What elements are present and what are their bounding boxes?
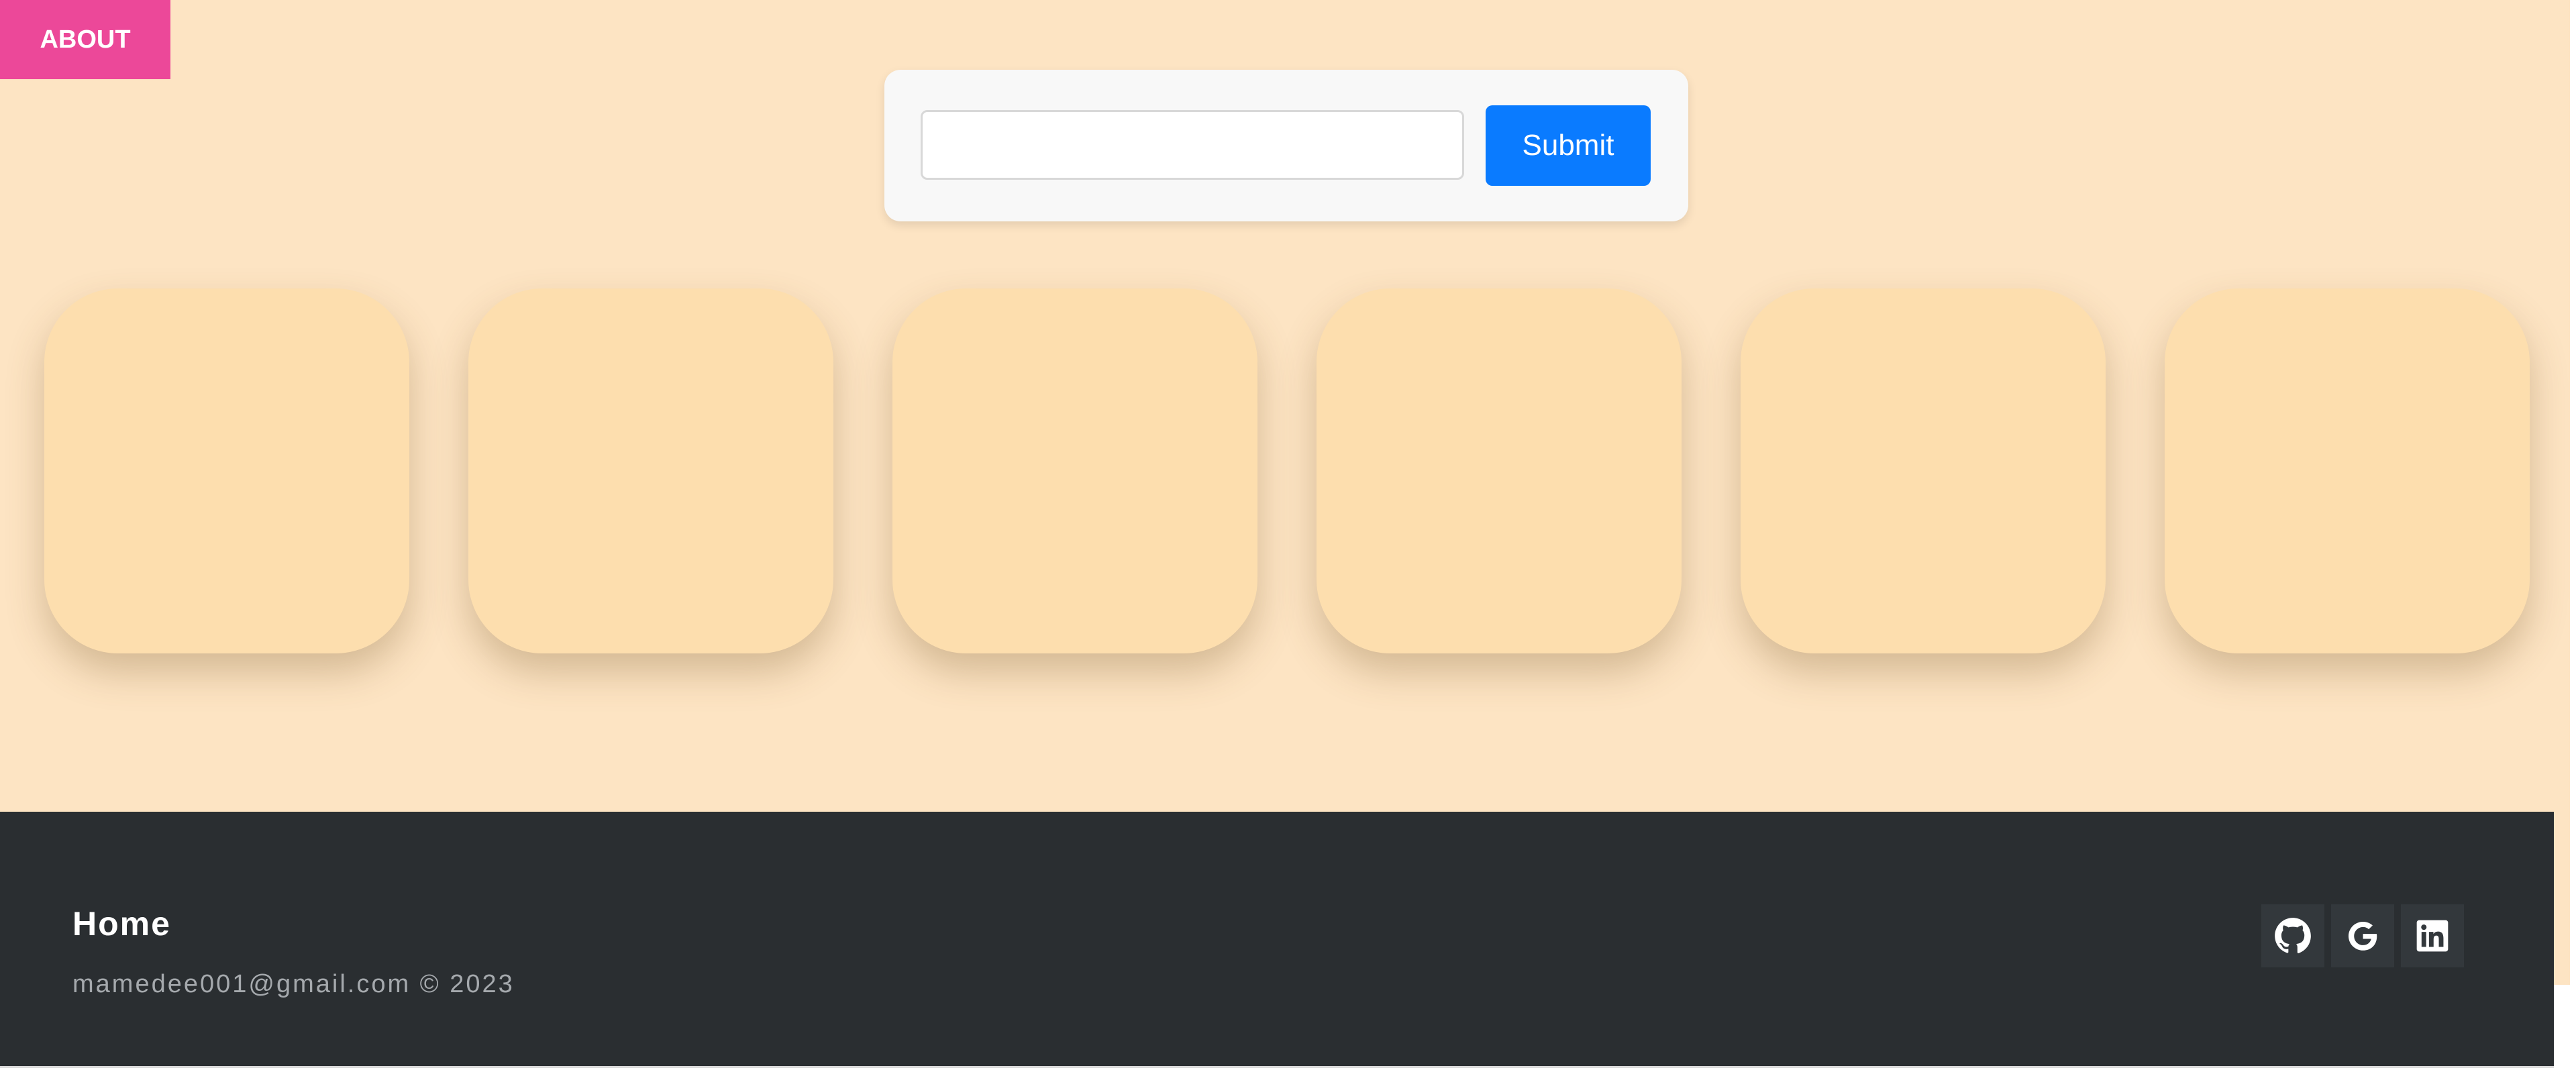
- tile-3[interactable]: [892, 288, 1257, 653]
- tile-5[interactable]: [1741, 288, 2106, 653]
- about-button[interactable]: ABOUT: [0, 0, 170, 79]
- github-link[interactable]: [2261, 904, 2324, 967]
- tile-2[interactable]: [468, 288, 833, 653]
- footer: Home mamedee001@gmail.com © 2023: [0, 812, 2554, 1067]
- google-icon: [2349, 922, 2377, 951]
- google-link[interactable]: [2331, 904, 2394, 967]
- linkedin-icon: [2416, 920, 2449, 952]
- submit-button[interactable]: Submit: [1486, 105, 1651, 186]
- footer-copyright: mamedee001@gmail.com © 2023: [72, 970, 515, 998]
- github-icon: [2275, 918, 2311, 953]
- input-form-card: Submit: [884, 70, 1688, 221]
- linkedin-link[interactable]: [2401, 904, 2464, 967]
- tile-1[interactable]: [44, 288, 409, 653]
- tile-6[interactable]: [2165, 288, 2530, 653]
- footer-home-link[interactable]: Home: [72, 904, 171, 943]
- tile-4[interactable]: [1317, 288, 1682, 653]
- text-input[interactable]: [921, 110, 1464, 180]
